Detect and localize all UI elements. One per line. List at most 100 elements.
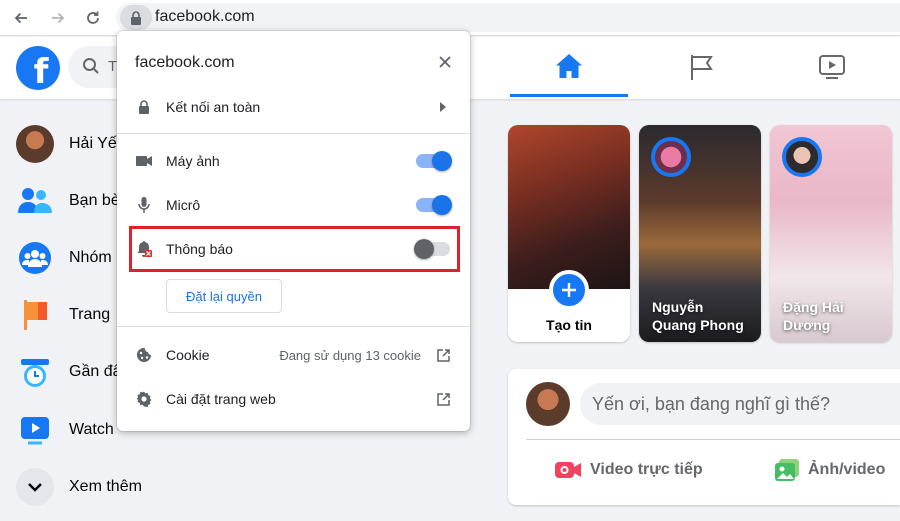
highlight-box bbox=[129, 226, 460, 272]
lock-icon-wrap bbox=[135, 98, 153, 116]
cookie-count: Đang sử dụng 13 cookie bbox=[279, 347, 421, 363]
see-more-circle bbox=[16, 468, 54, 506]
open-external-icon bbox=[436, 348, 450, 362]
sidebar-item-label: Gần đâ bbox=[69, 363, 122, 380]
back-arrow-icon bbox=[14, 12, 27, 24]
toggle-knob bbox=[432, 151, 452, 171]
profile-avatar-wrap bbox=[16, 125, 54, 163]
reload-button[interactable] bbox=[81, 6, 105, 30]
popup-title: facebook.com bbox=[135, 54, 235, 71]
story-author-name: Đặng Hải Dương bbox=[783, 298, 883, 334]
post-composer: Yến ơi, bạn đang nghĩ gì thế? Video trực… bbox=[508, 369, 900, 505]
see-more-icon-wrap bbox=[16, 468, 54, 506]
back-button[interactable] bbox=[9, 6, 33, 30]
camera-icon bbox=[136, 156, 152, 166]
memories-clock-icon bbox=[21, 359, 49, 387]
camera-permission-row[interactable]: Máy ảnh bbox=[117, 141, 470, 181]
story-author-name: Nguyễn Quang Phong bbox=[652, 298, 752, 334]
composer-divider bbox=[526, 439, 900, 440]
sidebar-item-label: Watch bbox=[69, 421, 114, 438]
sidebar-item-profile[interactable]: Hải Yế bbox=[16, 122, 126, 166]
sidebar-item-recent[interactable]: Gần đâ bbox=[16, 350, 126, 394]
cookie-row[interactable]: Cookie Đang sử dụng 13 cookie bbox=[117, 335, 470, 375]
sidebar-item-see-more[interactable]: Xem thêm bbox=[16, 465, 142, 509]
mic-icon-wrap bbox=[135, 196, 153, 214]
home-icon bbox=[556, 53, 582, 78]
search-icon bbox=[83, 58, 99, 74]
sidebar-item-groups[interactable]: Nhóm bbox=[16, 236, 126, 280]
reload-icon bbox=[87, 11, 99, 24]
watch-icon bbox=[21, 417, 49, 445]
create-story-label: Tạo tin bbox=[546, 317, 592, 333]
sidebar-item-watch[interactable]: Watch bbox=[16, 408, 126, 452]
sidebar-item-pages[interactable]: Trang bbox=[16, 293, 126, 337]
create-story-plus-button[interactable] bbox=[549, 270, 589, 310]
groups-icon bbox=[19, 242, 51, 274]
tab-watch[interactable] bbox=[773, 37, 891, 97]
live-video-button[interactable]: Video trực tiếp bbox=[554, 455, 703, 485]
groups-icon-wrap bbox=[16, 239, 54, 277]
site-settings-row[interactable]: Cài đặt trang web bbox=[117, 379, 470, 419]
composer-placeholder: Yến ơi, bạn đang nghĩ gì thế? bbox=[592, 394, 830, 414]
pages-icon-wrap bbox=[16, 296, 54, 334]
mic-label: Micrô bbox=[166, 197, 201, 213]
sidebar-item-friends[interactable]: Bạn bè bbox=[16, 179, 126, 223]
sidebar-item-label: Hải Yế bbox=[69, 135, 117, 152]
open-external-icon-wrap bbox=[436, 392, 450, 406]
forward-button[interactable] bbox=[46, 6, 70, 30]
site-settings-label: Cài đặt trang web bbox=[166, 391, 276, 407]
reset-permissions-button[interactable]: Đặt lại quyền bbox=[166, 279, 282, 313]
mic-permission-row[interactable]: Micrô bbox=[117, 185, 470, 225]
camera-toggle[interactable] bbox=[416, 151, 452, 171]
site-info-button[interactable] bbox=[120, 5, 152, 30]
avatar bbox=[16, 125, 54, 163]
popup-divider bbox=[117, 133, 470, 134]
gear-icon-wrap bbox=[135, 390, 153, 408]
video-play-icon bbox=[819, 55, 845, 79]
cookie-icon bbox=[137, 348, 151, 362]
sidebar-item-label: Nhóm bbox=[69, 249, 112, 266]
sidebar-item-label: Bạn bè bbox=[69, 192, 120, 209]
forward-arrow-icon bbox=[52, 12, 65, 24]
watch-icon-wrap bbox=[16, 411, 54, 449]
chevron-down-icon bbox=[28, 483, 42, 492]
story-avatar bbox=[651, 137, 691, 177]
story-author-line1: Nguyễn bbox=[652, 299, 704, 315]
camera-label: Máy ảnh bbox=[166, 153, 220, 169]
create-story-card[interactable]: Tạo tin bbox=[508, 125, 630, 342]
popup-divider bbox=[117, 326, 470, 327]
memories-icon-wrap bbox=[16, 353, 54, 391]
close-button[interactable] bbox=[436, 53, 454, 71]
story-author-line2: Dương bbox=[783, 317, 831, 333]
story-card[interactable]: Đặng Hải Dương bbox=[770, 125, 892, 342]
facebook-logo[interactable]: f bbox=[16, 46, 60, 90]
story-author-line2: Quang Phong bbox=[652, 317, 744, 333]
live-video-label: Video trực tiếp bbox=[590, 461, 703, 478]
connection-row[interactable]: Kết nối an toàn bbox=[117, 87, 470, 127]
photo-video-button[interactable]: Ảnh/video bbox=[774, 455, 885, 485]
sidebar-item-label: Xem thêm bbox=[69, 478, 142, 495]
tab-home[interactable] bbox=[510, 37, 628, 97]
caret-right-icon bbox=[440, 102, 446, 112]
create-story-photo bbox=[508, 125, 630, 289]
avatar bbox=[526, 382, 570, 426]
pages-flag-icon bbox=[24, 300, 47, 330]
microphone-icon bbox=[138, 197, 150, 213]
caret-right-icon-wrap bbox=[436, 100, 450, 114]
sidebar-item-label: Trang bbox=[69, 306, 111, 323]
gear-icon bbox=[136, 391, 152, 407]
friends-icon-wrap bbox=[16, 182, 54, 220]
composer-input[interactable]: Yến ơi, bạn đang nghĩ gì thế? bbox=[580, 383, 900, 425]
url-text: facebook.com bbox=[155, 8, 255, 25]
open-external-icon-wrap bbox=[436, 348, 450, 362]
photo-icon bbox=[775, 459, 799, 481]
mic-toggle[interactable] bbox=[416, 195, 452, 215]
story-author-line1: Đặng Hải bbox=[783, 299, 844, 315]
camera-icon-wrap bbox=[135, 152, 153, 170]
open-external-icon bbox=[436, 392, 450, 406]
tab-pages[interactable] bbox=[643, 37, 761, 97]
live-video-icon bbox=[555, 462, 581, 478]
story-avatar bbox=[782, 137, 822, 177]
story-card[interactable]: Nguyễn Quang Phong bbox=[639, 125, 761, 342]
search-placeholder: T bbox=[108, 58, 118, 75]
